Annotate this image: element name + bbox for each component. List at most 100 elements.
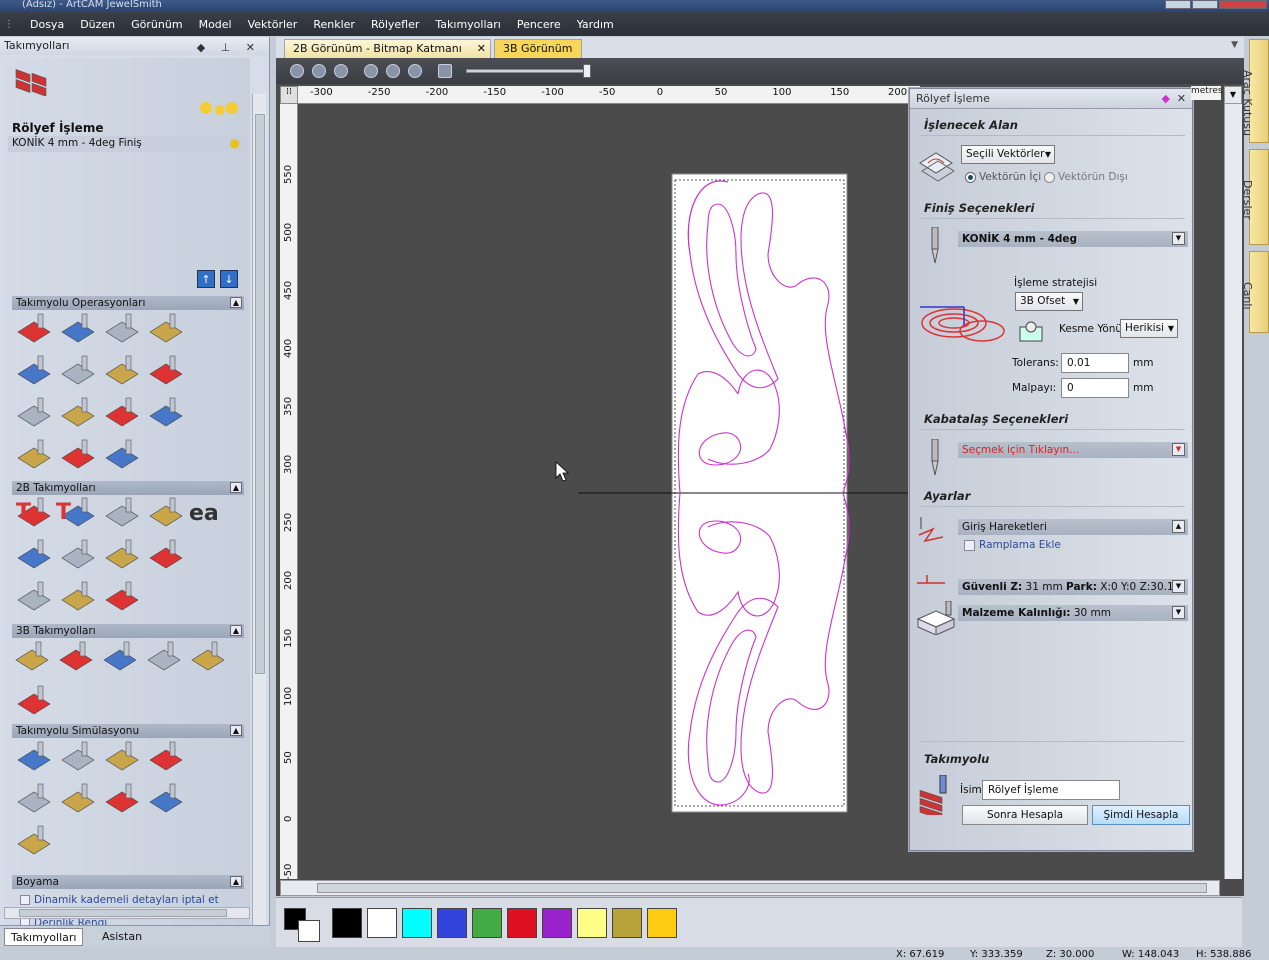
dropdown-chevron-icon[interactable]: ▼: [1172, 606, 1185, 619]
dropdown-chevron-icon[interactable]: ▼: [1172, 580, 1185, 593]
3d-toolpath-icon[interactable]: [191, 641, 225, 671]
view-options-icon[interactable]: ▼: [1224, 86, 1242, 104]
zoom-out-icon[interactable]: [312, 64, 326, 78]
ramp-checkbox[interactable]: [964, 540, 975, 551]
menu-renkler[interactable]: Renkler: [313, 18, 355, 31]
color-swatch[interactable]: [612, 908, 642, 938]
allowance-input[interactable]: 0: [1061, 378, 1129, 398]
text-toolpath-icon[interactable]: T: [56, 500, 71, 525]
toolpath-operation-icon[interactable]: [105, 397, 139, 427]
dropdown-chevron-icon[interactable]: ▼: [1172, 232, 1185, 245]
area-select-dropdown[interactable]: Seçili Vektörler: [961, 145, 1055, 164]
menu-rolyefler[interactable]: Rölyefler: [371, 18, 419, 31]
simulation-icon[interactable]: [61, 783, 95, 813]
color-swatch[interactable]: [332, 908, 362, 938]
dropdown-chevron-icon[interactable]: ▼: [1172, 443, 1185, 456]
minimize-button[interactable]: [1165, 0, 1191, 9]
color-swatch[interactable]: [577, 908, 607, 938]
zoom-in-icon[interactable]: [290, 64, 304, 78]
ruler-corner-icon[interactable]: ⁞⁞: [280, 86, 298, 104]
calculate-later-button[interactable]: Sonra Hesapla: [962, 805, 1088, 825]
2d-toolpath-icon[interactable]: [61, 581, 95, 611]
hscroll-thumb[interactable]: [317, 883, 1207, 893]
transparency-slider[interactable]: [466, 64, 591, 78]
2d-toolpath-icon[interactable]: [17, 581, 51, 611]
rough-tool-bar[interactable]: Seçmek için Tıklayın... ▼: [958, 442, 1188, 458]
simulation-icon[interactable]: [17, 741, 51, 771]
close-panel-icon[interactable]: ✕: [1177, 89, 1186, 109]
2d-toolpath-icon[interactable]: [105, 539, 139, 569]
color-swatch[interactable]: [542, 908, 572, 938]
3d-toolpath-icon[interactable]: [147, 641, 181, 671]
toolpath-operation-icon[interactable]: [61, 313, 95, 343]
simulation-icon[interactable]: [105, 741, 139, 771]
toolpath-icon-grid[interactable]: T Tea: [4, 58, 250, 934]
color-swatch[interactable]: [472, 908, 502, 938]
tab-2d-view[interactable]: 2B Görünüm - Bitmap Katmanı ✕: [284, 39, 491, 58]
panel-pin-close-icons[interactable]: ◆ ⊥ ✕: [197, 39, 261, 57]
cut-direction-dropdown[interactable]: Herikisi: [1120, 319, 1178, 338]
simulation-icon[interactable]: [149, 783, 183, 813]
toolpath-operation-icon[interactable]: [17, 439, 51, 469]
simulation-icon[interactable]: [17, 825, 51, 855]
menu-duzen[interactable]: Düzen: [80, 18, 115, 31]
toolpath-name-input[interactable]: Rölyef İşleme: [982, 780, 1120, 800]
toolpath-operation-icon[interactable]: [149, 313, 183, 343]
strategy-dropdown[interactable]: 3B Ofset: [1015, 292, 1083, 311]
tab-list-chevron-icon[interactable]: ▼: [1231, 40, 1238, 50]
left-panel-scrollbar[interactable]: [252, 94, 266, 939]
toolpath-operation-icon[interactable]: [61, 439, 95, 469]
radio-inside[interactable]: [965, 172, 976, 183]
3d-toolpath-icon[interactable]: [59, 641, 93, 671]
color-swatch[interactable]: [437, 908, 467, 938]
drawing-area[interactable]: [298, 104, 910, 880]
tab-tutorials[interactable]: Dersler: [1241, 149, 1269, 245]
menu-dosya[interactable]: Dosya: [30, 18, 64, 31]
maximize-button[interactable]: [1192, 0, 1218, 9]
simulation-icon[interactable]: [105, 783, 139, 813]
left-hscrollbar[interactable]: [4, 907, 250, 919]
zoom-area-icon[interactable]: [334, 64, 348, 78]
menu-yardim[interactable]: Yardım: [577, 18, 614, 31]
menu-gorunum[interactable]: Görünüm: [131, 18, 182, 31]
lead-moves-bar[interactable]: Giriş Hareketleri ▲: [958, 519, 1188, 535]
color-swatch[interactable]: [507, 908, 537, 938]
toolpath-operation-icon[interactable]: [61, 397, 95, 427]
material-thickness-bar[interactable]: Malzeme Kalınlığı: 30 mm ▼: [958, 605, 1188, 621]
color-swatch[interactable]: [367, 908, 397, 938]
toolpath-operation-icon[interactable]: [17, 313, 51, 343]
3d-toolpath-icon[interactable]: [15, 641, 49, 671]
2d-toolpath-icon[interactable]: [105, 497, 139, 527]
tab-toolbox[interactable]: Araç Kutusu: [1241, 39, 1269, 143]
toolpath-operation-icon[interactable]: [17, 397, 51, 427]
finish-tool-bar[interactable]: KONİK 4 mm - 4deg ▼: [958, 231, 1188, 247]
tab-3d-view[interactable]: 3B Görünüm: [494, 39, 582, 58]
text-toolpath-icon[interactable]: T: [16, 500, 31, 525]
3d-toolpath-icon[interactable]: [17, 685, 51, 715]
3d-toolpath-icon[interactable]: [103, 641, 137, 671]
toolpath-operation-icon[interactable]: [105, 439, 139, 469]
canvas-hscrollbar[interactable]: [280, 880, 1220, 896]
tab-live[interactable]: Canlı: [1241, 251, 1269, 333]
color-swatch[interactable]: [402, 908, 432, 938]
zoom-previous-icon[interactable]: [386, 64, 400, 78]
color-swatch[interactable]: [647, 908, 677, 938]
tab-assistant[interactable]: Asistan: [96, 928, 148, 946]
toolpath-operation-icon[interactable]: [105, 313, 139, 343]
toolpath-operation-icon[interactable]: [105, 355, 139, 385]
toolpath-operation-icon[interactable]: [149, 397, 183, 427]
zoom-selection-icon[interactable]: [408, 64, 422, 78]
slider-knob[interactable]: [583, 64, 591, 78]
scroll-thumb[interactable]: [255, 114, 265, 674]
2d-toolpath-icon[interactable]: [61, 539, 95, 569]
menu-vektorler[interactable]: Vektörler: [248, 18, 298, 31]
close-window-button[interactable]: [1219, 0, 1267, 9]
toolpath-operation-icon[interactable]: [61, 355, 95, 385]
tolerance-input[interactable]: 0.01: [1061, 353, 1129, 373]
text-toolpath-icon[interactable]: ea: [189, 501, 219, 526]
secondary-color-swatch[interactable]: [298, 920, 320, 942]
menu-takimyollari[interactable]: Takımyolları: [435, 18, 500, 31]
2d-toolpath-icon[interactable]: [105, 581, 139, 611]
simulation-icon[interactable]: [61, 741, 95, 771]
bitmap-settings-icon[interactable]: [438, 64, 452, 78]
